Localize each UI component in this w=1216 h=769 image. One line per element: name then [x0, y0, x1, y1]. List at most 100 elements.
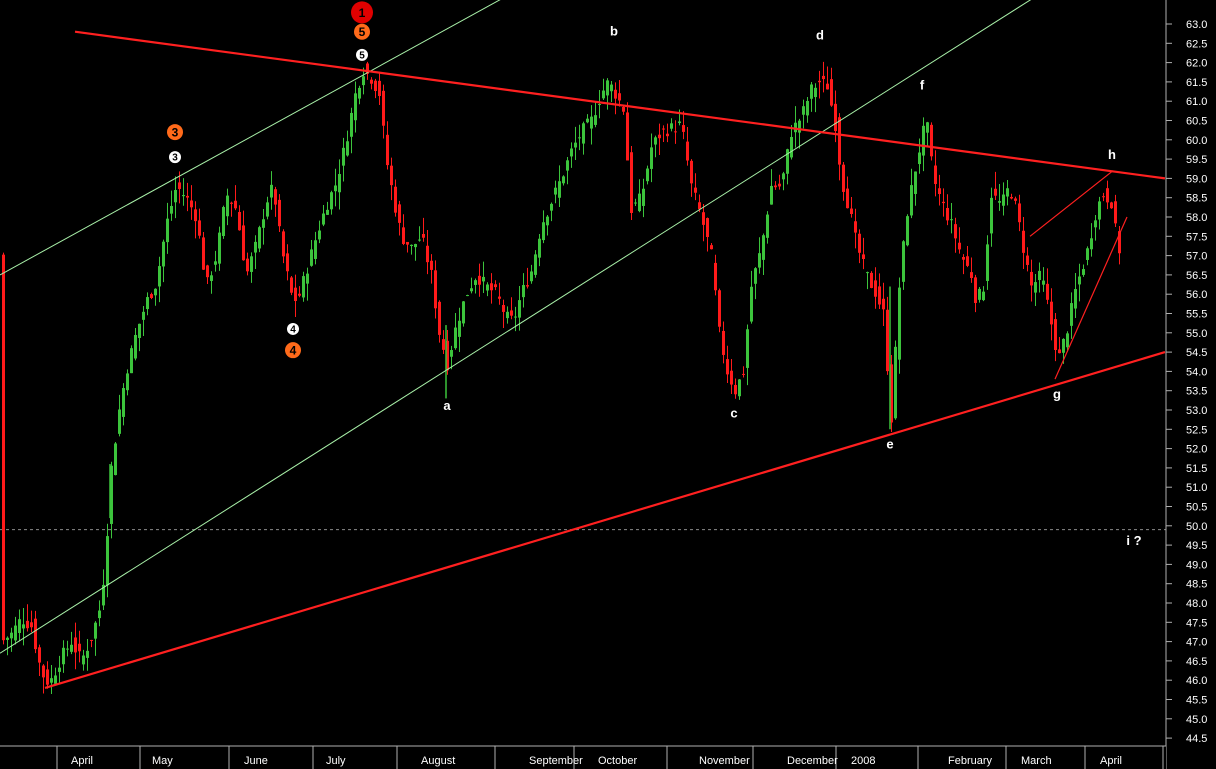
y-tick-label: 54.5	[1186, 347, 1207, 359]
y-tick-label: 62.0	[1186, 58, 1207, 70]
candle-body	[942, 201, 945, 204]
candle-body	[834, 103, 837, 132]
x-tick-label: March	[1021, 755, 1052, 767]
candle-body	[234, 200, 237, 209]
candle-body	[286, 253, 289, 272]
candle-body	[486, 284, 489, 291]
candle-body	[1054, 319, 1057, 351]
y-tick-label: 57.5	[1186, 231, 1207, 243]
candle-body	[878, 286, 881, 305]
candle-body	[134, 334, 137, 359]
candle-body	[646, 168, 649, 182]
candle-body	[870, 272, 873, 288]
candle-body	[914, 171, 917, 194]
candle-body	[214, 261, 217, 265]
y-tick-label: 59.5	[1186, 154, 1207, 166]
x-tick-label: April	[1100, 755, 1122, 767]
y-tick-label: 54.0	[1186, 366, 1207, 378]
candle-body	[70, 644, 73, 652]
candle-body	[550, 203, 553, 211]
candle-body	[454, 327, 457, 349]
candle-body	[770, 185, 773, 205]
candle-body	[886, 309, 889, 372]
candle-body	[818, 80, 821, 83]
candle-body	[1018, 203, 1021, 223]
candle-body	[66, 648, 69, 650]
candle-body	[986, 244, 989, 281]
candle-body	[1002, 194, 1005, 206]
candle-body	[762, 235, 765, 260]
candle-body	[542, 222, 545, 241]
wave-label: e	[886, 437, 893, 452]
candle-body	[882, 298, 885, 310]
candle-body	[502, 305, 505, 312]
candle-body	[222, 207, 225, 237]
y-tick-label: 57.0	[1186, 251, 1207, 263]
candle-body	[574, 142, 577, 148]
candle-body	[54, 675, 57, 684]
candle-body	[158, 266, 161, 287]
candle-body	[422, 234, 425, 238]
candle-body	[274, 189, 277, 205]
candle-body	[18, 619, 21, 633]
candle-body	[1010, 196, 1013, 199]
candle-body	[242, 225, 245, 261]
candle-body	[926, 122, 929, 133]
candle-body	[874, 280, 877, 297]
candle-body	[362, 76, 365, 86]
candle-body	[262, 219, 265, 228]
y-tick-label: 52.5	[1186, 424, 1207, 436]
candle-body	[114, 443, 117, 476]
candle-body	[1006, 188, 1009, 197]
candle-body	[1070, 303, 1073, 326]
candle-body	[610, 84, 613, 92]
candle-body	[178, 182, 181, 189]
candle-body	[974, 277, 977, 304]
wave-label: i ?	[1126, 533, 1141, 548]
candle-body	[50, 678, 53, 683]
y-tick-label: 46.0	[1186, 675, 1207, 687]
candle-body	[1042, 280, 1045, 285]
y-tick-label: 50.0	[1186, 521, 1207, 533]
candle-body	[506, 311, 509, 319]
y-tick-label: 61.0	[1186, 96, 1207, 108]
candle-body	[14, 625, 17, 641]
y-tick-label: 55.0	[1186, 328, 1207, 340]
candle-body	[86, 650, 89, 658]
candle-body	[946, 207, 949, 221]
candle-body	[802, 106, 805, 115]
candle-body	[526, 285, 529, 287]
x-tick-label: February	[948, 755, 993, 767]
candle-body	[1058, 349, 1061, 354]
time-axis: April May June July August September October No…	[0, 745, 1166, 769]
candle-body	[626, 112, 629, 161]
candle-body	[206, 265, 209, 278]
candle-body	[378, 80, 381, 97]
candle-body	[962, 256, 965, 260]
x-tick-label: 2008	[851, 755, 875, 767]
y-tick-label: 48.5	[1186, 579, 1207, 591]
candle-body	[290, 277, 293, 293]
candle-body	[546, 216, 549, 226]
candle-body	[498, 296, 501, 299]
candle-body	[250, 256, 253, 272]
candle-body	[522, 285, 525, 298]
y-tick-label: 51.0	[1186, 482, 1207, 494]
candle-body	[622, 107, 625, 112]
candle-body	[410, 244, 413, 247]
candle-body	[666, 133, 669, 137]
candle-body	[354, 93, 357, 121]
candle-body	[1106, 188, 1109, 203]
candle-body	[74, 637, 77, 653]
candle-body	[390, 165, 393, 186]
candle-body	[650, 147, 653, 169]
candle-body	[1034, 282, 1037, 293]
stock-chart: 63.0 62.5 62.0 61.5 61.0 60.5 60.0 59.5 59.0 58.5…	[0, 0, 1216, 769]
candle-body	[1082, 269, 1085, 275]
y-tick-label: 44.5	[1186, 733, 1207, 745]
candle-body	[1022, 230, 1025, 253]
candle-body	[46, 669, 49, 685]
y-tick-label: 51.5	[1186, 463, 1207, 475]
candle-body	[342, 147, 345, 166]
candle-body	[694, 187, 697, 193]
